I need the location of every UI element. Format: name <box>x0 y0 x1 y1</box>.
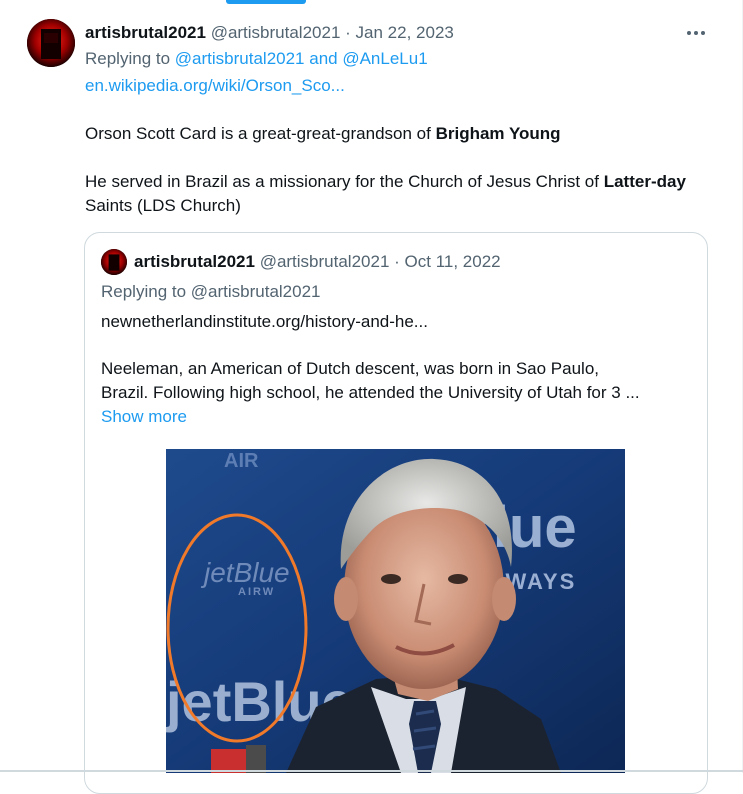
quote-author-name: artisbrutal2021 <box>134 252 255 271</box>
more-options-button[interactable] <box>683 22 709 44</box>
paragraph-2-bold: Latter-day <box>603 172 686 191</box>
tweet-date[interactable]: Jan 22, 2023 <box>356 23 454 42</box>
quote-author-handle: @artisbrutal2021 <box>259 252 390 271</box>
quote-photo[interactable]: AIR Blue AIRWAYS jetBlue AIRW jetBlue <box>166 449 625 773</box>
tweet-header: artisbrutal2021 @artisbrutal2021 · Jan 2… <box>85 22 454 44</box>
quote-avatar <box>101 249 127 275</box>
quote-text-line-2: Brazil. Following high school, he attend… <box>101 383 640 402</box>
quote-text-line-1: Neeleman, an American of Dutch descent, … <box>101 359 600 378</box>
quote-date: Oct 11, 2022 <box>404 252 501 271</box>
show-more-link[interactable]: Show more <box>101 406 187 428</box>
quote-replying-to: Replying to @artisbrutal2021 <box>101 282 321 301</box>
quote-header: artisbrutal2021 @artisbrutal2021 · Oct 1… <box>134 251 501 273</box>
tweet-paragraph-1: Orson Scott Card is a great-great-grands… <box>85 122 561 146</box>
replying-users-link[interactable]: @artisbrutal2021 and @AnLeLu1 <box>175 49 428 68</box>
photo-text-air: AIR <box>224 450 259 472</box>
author-name[interactable]: artisbrutal2021 <box>85 23 206 42</box>
photo-logo-sub: AIRW <box>238 586 275 598</box>
separator-dot: · <box>345 23 351 42</box>
paragraph-1-text: Orson Scott Card is a great-great-grands… <box>85 124 431 143</box>
replying-to: Replying to @artisbrutal2021 and @AnLeLu… <box>85 48 428 70</box>
bottom-divider <box>0 770 743 772</box>
quote-separator-dot: · <box>394 252 400 271</box>
paragraph-2-tail: Saints (LDS Church) <box>85 196 241 215</box>
quote-link: newnetherlandinstitute.org/history-and-h… <box>101 312 428 331</box>
top-tab-indicator <box>226 0 306 4</box>
photo-logo-small: jetBlue <box>200 557 290 588</box>
paragraph-1-bold: Brigham Young <box>435 124 561 143</box>
avatar[interactable] <box>27 19 75 67</box>
author-handle[interactable]: @artisbrutal2021 <box>211 23 341 42</box>
paragraph-2-text: He served in Brazil as a missionary for … <box>85 172 599 191</box>
tweet-paragraph-2: He served in Brazil as a missionary for … <box>85 170 709 218</box>
ellipsis-icon <box>687 31 705 35</box>
quote-text: Neeleman, an American of Dutch descent, … <box>101 357 701 405</box>
replying-label: Replying to <box>85 49 171 68</box>
wikipedia-link[interactable]: en.wikipedia.org/wiki/Orson_Sco... <box>85 75 345 97</box>
